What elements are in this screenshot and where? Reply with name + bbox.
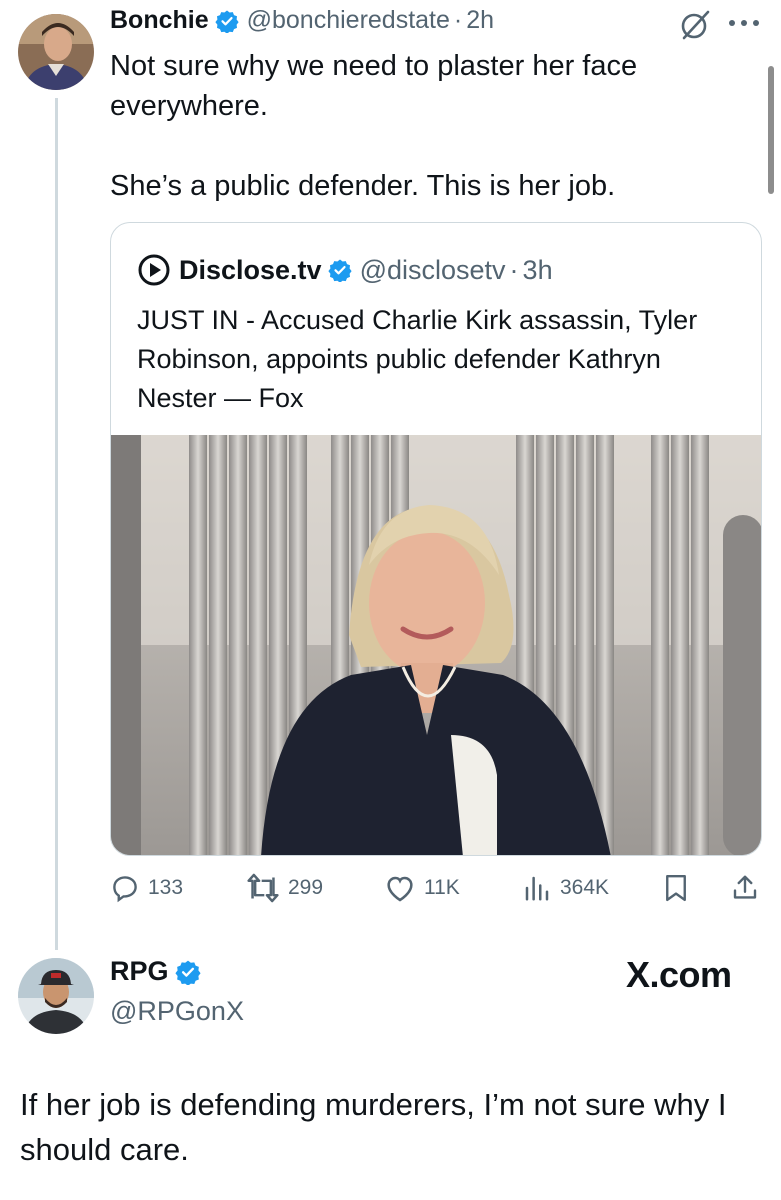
verified-badge-icon	[174, 960, 201, 985]
thread-connector-line	[55, 98, 58, 950]
reply-button[interactable]: 133	[110, 873, 183, 903]
tweet-text-line: She’s a public defender. This is her job…	[110, 170, 616, 202]
rpg-avatar[interactable]	[18, 958, 94, 1034]
quote-author-name[interactable]: Disclose.tv	[179, 255, 322, 286]
bookmark-button[interactable]	[662, 873, 698, 903]
reply-author-name[interactable]: RPG	[110, 956, 169, 987]
author-name[interactable]: Bonchie	[110, 6, 209, 35]
tweet-body: Not sure why we need to plaster her face…	[110, 46, 730, 206]
share-button[interactable]	[730, 873, 768, 903]
dot-separator: ·	[509, 254, 519, 285]
quote-body: JUST IN - Accused Charlie Kirk assassin,…	[137, 305, 698, 413]
views-icon	[525, 876, 549, 901]
views-button[interactable]: 364K	[522, 873, 609, 903]
quote-photo[interactable]	[111, 435, 761, 855]
repost-count: 299	[288, 876, 324, 899]
quote-header: Disclose.tv @disclosetv · 3h	[137, 253, 553, 287]
views-count: 364K	[560, 876, 610, 899]
tweet-header: Bonchie @bonchieredstate · 2h	[110, 6, 494, 35]
reply-author: RPG	[110, 956, 209, 987]
dot-separator: ·	[453, 6, 463, 34]
repost-button[interactable]: 299	[246, 873, 323, 903]
reply-count: 133	[148, 876, 184, 899]
tweet-text-line: Not sure why we need to plaster her face…	[110, 50, 638, 122]
reply-body: If her job is defending murderers, I’m n…	[20, 1087, 727, 1167]
xcom-watermark: X.com	[626, 954, 732, 995]
scrollbar[interactable]	[768, 66, 774, 194]
bonchie-avatar[interactable]	[18, 14, 94, 90]
like-icon	[387, 876, 413, 902]
verified-badge-icon	[215, 10, 239, 33]
tweet-time[interactable]: 2h	[466, 6, 494, 35]
quote-author-handle[interactable]: @disclosetv	[360, 255, 506, 286]
quote-time: 3h	[522, 254, 553, 285]
disclose-logo-icon	[138, 254, 170, 286]
more-icon[interactable]	[726, 16, 762, 34]
like-count: 11K	[424, 876, 460, 899]
reply-icon	[113, 876, 137, 903]
bookmark-icon	[666, 874, 686, 902]
repost-icon	[247, 873, 279, 903]
quoted-tweet-card[interactable]: Disclose.tv @disclosetv · 3h JUST IN - A…	[110, 222, 762, 856]
grok-icon[interactable]	[678, 8, 712, 47]
reply-author-handle[interactable]: @RPGonX	[110, 996, 244, 1027]
author-handle[interactable]: @bonchieredstate	[247, 6, 450, 35]
like-button[interactable]: 11K	[384, 873, 460, 903]
verified-badge-icon	[327, 259, 352, 282]
share-icon	[733, 875, 757, 899]
